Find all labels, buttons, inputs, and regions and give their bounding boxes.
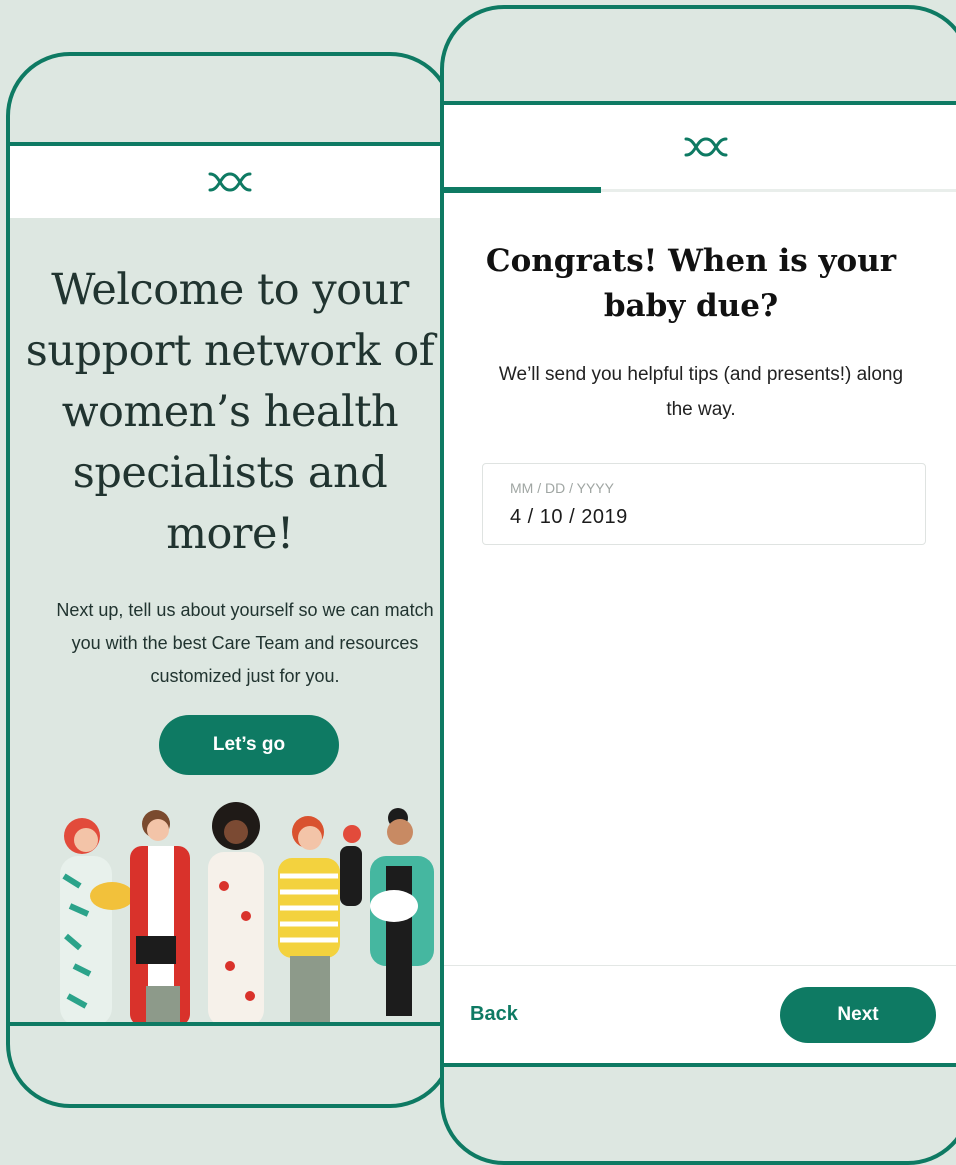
due-date-placeholder: MM / DD / YYYY [510,480,614,496]
woman-figure [370,808,434,1016]
welcome-title: Welcome to your support network of women… [25,265,435,559]
woman-figure [208,802,264,1026]
welcome-subtitle: Next up, tell us about yourself so we ca… [56,600,434,686]
app-header [10,146,450,218]
woman-figure [60,818,134,1026]
due-date-phone-frame: Congrats! When is your baby due? We’ll s… [440,5,956,1165]
onboarding-progress-bar [444,187,956,193]
due-date-value: 4 / 10 / 2019 [510,506,628,528]
due-date-subtitle: We’ll send you helpful tips (and present… [498,364,904,420]
due-date-screen: Congrats! When is your baby due? We’ll s… [444,105,956,1063]
man-figure [130,810,190,1026]
due-date-input[interactable]: MM / DD / YYYY 4 / 10 / 2019 [482,463,926,545]
lets-go-button[interactable]: Let’s go [159,715,339,775]
back-button[interactable]: Back [470,1003,518,1026]
women-group-illustration [60,802,434,1026]
app-header [444,105,956,190]
next-button[interactable]: Next [780,987,936,1043]
brand-logo-icon [684,137,728,157]
progress-fill [444,187,602,193]
woman-figure [278,816,362,1026]
screen-bottom-divider [444,1063,956,1067]
due-date-title: Congrats! When is your baby due? [485,243,897,324]
screen-bottom-divider [10,1022,450,1026]
welcome-screen: Welcome to your support network of women… [10,146,450,1026]
footer-divider [444,965,956,966]
brand-logo-icon [208,172,252,192]
welcome-phone-frame: Welcome to your support network of women… [6,52,454,1108]
